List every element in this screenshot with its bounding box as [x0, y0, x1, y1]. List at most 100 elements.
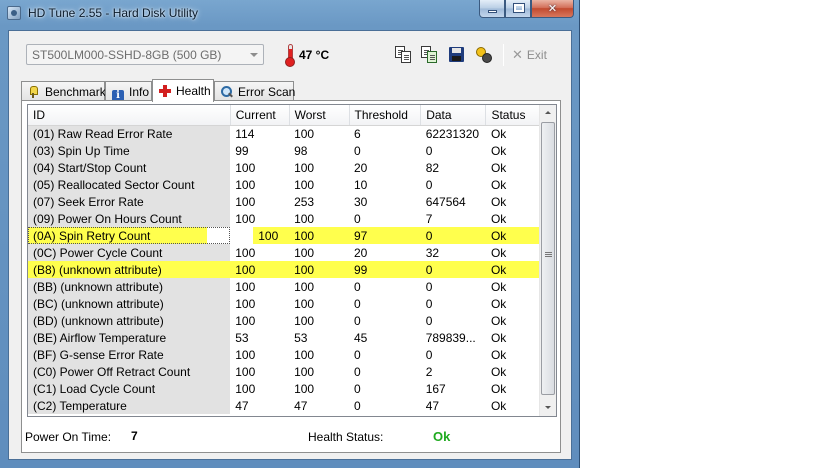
cell-threshold: 0 [354, 211, 361, 226]
column-header-id[interactable]: ID [28, 105, 231, 126]
table-row[interactable]: (BF) G-sense Error Rate 100 100 0 0 Ok [28, 346, 540, 363]
table-row[interactable]: (09) Power On Hours Count 100 100 0 7 Ok [28, 210, 540, 227]
cell-threshold: 0 [354, 143, 361, 158]
toolbar-divider [503, 44, 504, 66]
cell-status: Ok [490, 279, 507, 294]
copy-text-icon[interactable] [395, 46, 413, 64]
minimize-button[interactable] [479, 0, 505, 18]
maximize-button[interactable] [505, 0, 531, 18]
cell-status: Ok [485, 261, 540, 278]
copy-screenshot-icon[interactable] [421, 46, 439, 64]
cell-current: 100 [235, 296, 256, 311]
table-row[interactable]: (C1) Load Cycle Count 100 100 0 167 Ok [28, 380, 540, 397]
cell-current: 100 [235, 160, 256, 175]
close-icon: ✕ [547, 3, 558, 15]
cell-threshold: 0 [354, 398, 361, 413]
cell-data: 0 [425, 177, 433, 192]
smart-attribute-list[interactable]: ID Current Worst Threshold Data Status (… [27, 104, 557, 417]
cell-id: (BE) Airflow Temperature [28, 329, 231, 346]
scrollbar-thumb[interactable] [541, 122, 555, 395]
cell-current: 53 [235, 330, 249, 345]
cell-data: 0 [420, 227, 486, 244]
scroll-down-icon[interactable] [540, 400, 556, 416]
column-header-data[interactable]: Data [420, 105, 487, 126]
table-row[interactable]: (BB) (unknown attribute) 100 100 0 0 Ok [28, 278, 540, 295]
column-header-threshold[interactable]: Threshold [349, 105, 422, 126]
magnifier-icon [221, 86, 233, 98]
cell-data: 2 [425, 364, 433, 379]
cell-id: (0A) Spin Retry Count [28, 227, 254, 244]
table-row[interactable]: (01) Raw Read Error Rate 114 100 6 62231320 O… [28, 125, 540, 142]
cell-threshold: 99 [349, 261, 421, 278]
cell-worst: 100 [294, 279, 315, 294]
cell-status: Ok [490, 194, 507, 209]
cell-id: (BD) (unknown attribute) [28, 312, 231, 329]
drive-select-value: ST500LM000-SSHD-8GB (500 GB) [32, 48, 222, 62]
health-panel: ID Current Worst Threshold Data Status (… [21, 100, 561, 453]
table-row[interactable]: (BD) (unknown attribute) 100 100 0 0 Ok [28, 312, 540, 329]
column-header-status[interactable]: Status [485, 105, 540, 126]
cell-status: Ok [490, 211, 507, 226]
drive-select[interactable]: ST500LM000-SSHD-8GB (500 GB) [26, 44, 264, 65]
cell-current: 100 [235, 194, 256, 209]
table-row[interactable]: (C2) Temperature 47 47 0 47 Ok [28, 397, 540, 414]
cell-status: Ok [490, 245, 507, 260]
table-row[interactable]: (BE) Airflow Temperature 53 53 45 789839... O… [28, 329, 540, 346]
close-button[interactable]: ✕ [531, 0, 574, 18]
table-row[interactable]: (07) Seek Error Rate 100 253 30 647564 Ok [28, 193, 540, 210]
tab-info[interactable]: i Info [105, 81, 152, 102]
cell-worst: 100 [294, 381, 315, 396]
save-icon[interactable] [448, 46, 466, 64]
cell-threshold: 0 [354, 296, 361, 311]
cell-current: 100 [235, 279, 256, 294]
exit-button[interactable]: ✕ Exit [512, 47, 547, 65]
app-icon[interactable] [7, 6, 21, 20]
cell-worst: 100 [294, 313, 315, 328]
table-row[interactable]: (05) Reallocated Sector Count 100 100 10 0 Ok [28, 176, 540, 193]
tab-health[interactable]: Health [152, 79, 214, 102]
cell-threshold: 0 [354, 279, 361, 294]
power-on-time-label: Power On Time: [25, 430, 112, 444]
table-row[interactable]: (0A) Spin Retry Count 100 100 97 0 Ok [28, 227, 540, 244]
cell-id: (B8) (unknown attribute) [28, 261, 231, 278]
cell-id: (04) Start/Stop Count [28, 159, 231, 176]
scroll-up-icon[interactable] [540, 105, 556, 121]
table-row[interactable]: (B8) (unknown attribute) 100 100 99 0 Ok [28, 261, 540, 278]
window-title: HD Tune 2.55 - Hard Disk Utility [28, 6, 199, 20]
cell-worst: 100 [294, 245, 315, 260]
column-header-worst[interactable]: Worst [289, 105, 350, 126]
app-window: HD Tune 2.55 - Hard Disk Utility ✕ ST500… [0, 0, 580, 468]
cell-threshold: 0 [354, 381, 361, 396]
column-header-current[interactable]: Current [230, 105, 290, 126]
cell-threshold: 20 [354, 160, 368, 175]
cell-status: Ok [490, 364, 507, 379]
cell-threshold: 97 [349, 227, 421, 244]
cell-status: Ok [490, 398, 507, 413]
cell-data: 62231320 [425, 126, 480, 141]
tab-error-scan[interactable]: Error Scan [214, 81, 295, 101]
vertical-scrollbar[interactable] [539, 105, 556, 416]
thermometer-icon [284, 44, 296, 67]
cell-id: (09) Power On Hours Count [28, 210, 231, 227]
options-icon[interactable] [475, 46, 493, 64]
cell-data: 789839... [425, 330, 476, 345]
cell-status: Ok [490, 381, 507, 396]
table-row[interactable]: (0C) Power Cycle Count 100 100 20 32 Ok [28, 244, 540, 261]
cell-threshold: 0 [354, 364, 361, 379]
tab-benchmark[interactable]: Benchmark [21, 81, 106, 101]
health-status-label: Health Status: [308, 430, 384, 444]
title-bar[interactable]: HD Tune 2.55 - Hard Disk Utility ✕ [0, 0, 580, 27]
table-row[interactable]: (04) Start/Stop Count 100 100 20 82 Ok [28, 159, 540, 176]
cell-worst: 53 [294, 330, 308, 345]
cell-data: 0 [425, 143, 433, 158]
cell-threshold: 0 [354, 313, 361, 328]
cell-worst: 100 [294, 347, 315, 362]
table-row[interactable]: (BC) (unknown attribute) 100 100 0 0 Ok [28, 295, 540, 312]
table-row[interactable]: (C0) Power Off Retract Count 100 100 0 2 Ok [28, 363, 540, 380]
cell-id: (01) Raw Read Error Rate [28, 125, 231, 142]
table-row[interactable]: (03) Spin Up Time 99 98 0 0 Ok [28, 142, 540, 159]
cell-threshold: 45 [354, 330, 368, 345]
smart-table: ID Current Worst Threshold Data Status (… [28, 105, 540, 414]
cell-current: 114 [235, 126, 255, 141]
cell-current: 100 [235, 177, 256, 192]
